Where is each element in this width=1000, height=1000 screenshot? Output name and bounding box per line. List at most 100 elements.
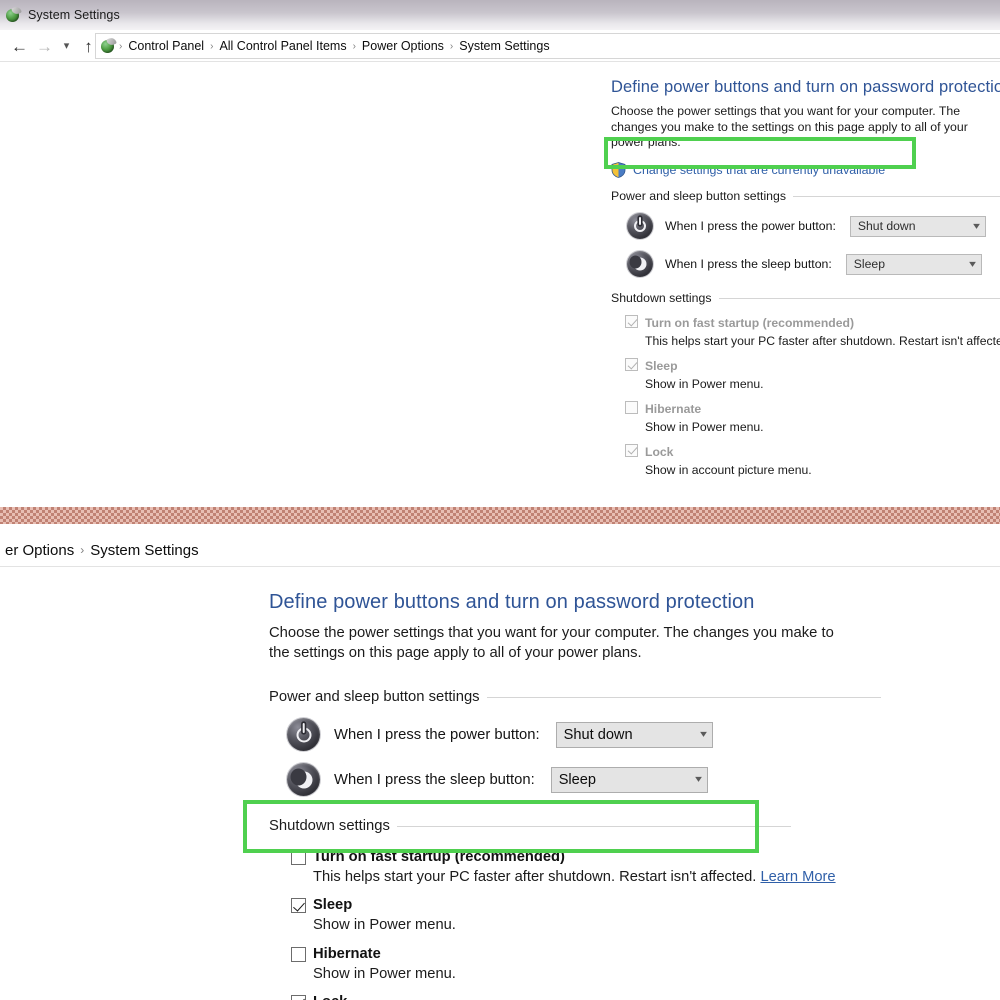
fast-startup-description-bottom: This helps start your PC faster after sh…: [313, 868, 836, 887]
fast-startup-label: Turn on fast startup (recommended): [645, 316, 855, 331]
chevron-down-icon: ▾: [972, 220, 980, 232]
shutdown-group-heading-bottom: Shutdown settings: [269, 818, 390, 835]
page-intro: Choose the power settings that you want …: [611, 104, 968, 150]
power-and-sleep-group-bottom: Power and sleep button settings When I p…: [269, 689, 909, 797]
lock-row-bottom: Lock Show in account picture menu.: [269, 993, 909, 1000]
breadcrumb-item-system-settings-bottom[interactable]: System Settings: [85, 542, 203, 559]
sleep-row-bottom: Sleep Show in Power menu.: [269, 896, 909, 935]
power-options-globe-icon: [5, 5, 22, 23]
fast-startup-checkbox-bottom[interactable]: [291, 850, 306, 866]
power-and-sleep-group-top: Power and sleep button settings When I p…: [611, 189, 1000, 278]
sleep-row-top: Sleep Show in Power menu.: [611, 357, 1000, 393]
learn-more-link-bottom[interactable]: Learn More: [760, 869, 835, 885]
power-button-action-select-top[interactable]: Shut down ▾: [849, 215, 986, 237]
sleep-button-action-select-bottom[interactable]: Sleep ▾: [550, 766, 708, 793]
fast-startup-checkbox-top[interactable]: [625, 315, 638, 329]
fast-startup-row-top: Turn on fast startup (recommended) This …: [611, 314, 1000, 350]
change-settings-link-row[interactable]: Change settings that are currently unava…: [611, 160, 1000, 180]
power-button-action-value-bottom: Shut down: [563, 726, 633, 743]
fast-startup-label-bottom: Turn on fast startup (recommended): [313, 849, 565, 866]
sleep-description-bottom: Show in Power menu.: [313, 917, 456, 934]
power-button-label-bottom: When I press the power button:: [334, 726, 540, 743]
chevron-down-icon: ▾: [699, 729, 707, 741]
separator-band: [0, 507, 1000, 524]
lock-checkbox-top[interactable]: [625, 443, 638, 457]
sleep-button-row-bottom: When I press the sleep button: Sleep ▾: [269, 763, 909, 797]
sleep-checkbox-bottom[interactable]: [291, 898, 306, 914]
power-group-heading: Power and sleep button settings: [611, 189, 787, 204]
lock-description: Show in account picture menu.: [645, 462, 812, 477]
sleep-label: Sleep: [645, 359, 678, 374]
sleep-button-action-select-top[interactable]: Sleep ▾: [845, 253, 982, 275]
power-button-row-bottom: When I press the power button: Shut down…: [269, 718, 909, 752]
power-button-icon: [627, 213, 653, 240]
shutdown-group-heading-row: Shutdown settings: [611, 291, 1000, 305]
hibernate-row-top: Hibernate Show in Power menu.: [611, 400, 1000, 436]
sleep-button-row-top: When I press the sleep button: Sleep ▾: [611, 251, 1000, 278]
title-bar: System Settings: [0, 0, 1000, 30]
breadcrumb-item-power-options[interactable]: Power Options: [357, 39, 449, 53]
sleep-checkbox-top[interactable]: [625, 358, 638, 372]
sleep-label-bottom: Sleep: [313, 897, 353, 914]
power-group-heading-row-bottom: Power and sleep button settings: [269, 689, 909, 705]
address-bar-divider: [0, 61, 1000, 62]
lock-checkbox-bottom[interactable]: [291, 994, 306, 1000]
power-button-action-select-bottom[interactable]: Shut down ▾: [555, 721, 713, 748]
hibernate-description-bottom: Show in Power menu.: [313, 965, 456, 982]
fast-startup-description: This helps start your PC faster after sh…: [645, 334, 1000, 350]
power-button-icon: [287, 718, 320, 752]
sleep-button-icon: [287, 763, 320, 797]
back-arrow-icon[interactable]: ←: [7, 33, 32, 59]
sleep-button-action-value-bottom: Sleep: [558, 771, 597, 788]
sleep-button-label-bottom: When I press the sleep button:: [334, 771, 535, 788]
sleep-button-action-value: Sleep: [853, 257, 885, 272]
chevron-down-icon[interactable]: ▾: [57, 33, 76, 59]
breadcrumb-item-power-options-bottom[interactable]: er Options: [0, 542, 79, 559]
sleep-description: Show in Power menu.: [645, 377, 764, 392]
uac-shield-icon: [611, 162, 626, 179]
breadcrumb-globe-icon: [100, 36, 117, 54]
breadcrumb-item-system-settings[interactable]: System Settings: [454, 39, 554, 53]
breadcrumb-bottom-divider: [0, 566, 1000, 567]
hibernate-row-bottom: Hibernate Show in Power menu.: [269, 945, 909, 984]
power-button-row-top: When I press the power button: Shut down…: [611, 213, 1000, 240]
power-group-heading-bottom: Power and sleep button settings: [269, 689, 480, 706]
chevron-down-icon: ▾: [968, 258, 976, 270]
shutdown-group-heading-row-bottom: Shutdown settings: [269, 818, 909, 834]
hibernate-label: Hibernate: [645, 401, 702, 416]
breadcrumb[interactable]: › Control Panel › All Control Panel Item…: [95, 33, 1000, 59]
chevron-down-icon: ▾: [694, 774, 702, 786]
sleep-button-icon: [627, 251, 653, 278]
fast-startup-description-text: This helps start your PC faster after sh…: [645, 334, 1000, 349]
group-divider: [718, 297, 1000, 299]
window-title: System Settings: [28, 8, 120, 22]
breadcrumb-bottom[interactable]: er Options › System Settings: [0, 534, 1000, 566]
group-divider: [793, 195, 1000, 197]
sleep-button-label: When I press the sleep button:: [665, 257, 832, 272]
screenshot-root: System Settings ← → ▾ ↑ › Control Panel …: [0, 0, 1000, 1000]
shutdown-group-heading: Shutdown settings: [611, 291, 712, 306]
group-divider: [486, 696, 881, 698]
page-title: Define power buttons and turn on passwor…: [611, 78, 1000, 96]
hibernate-description: Show in Power menu.: [645, 419, 764, 434]
breadcrumb-item-all-control-panel-items[interactable]: All Control Panel Items: [214, 39, 351, 53]
page-intro-bottom: Choose the power settings that you want …: [269, 625, 834, 661]
forward-arrow-icon[interactable]: →: [32, 33, 57, 59]
power-group-heading-row: Power and sleep button settings: [611, 189, 1000, 203]
lock-label: Lock: [645, 444, 674, 459]
fast-startup-row-bottom: Turn on fast startup (recommended) This …: [269, 848, 909, 887]
change-settings-link[interactable]: Change settings that are currently unava…: [633, 163, 885, 177]
lock-row-top: Lock Show in account picture menu.: [611, 443, 1000, 479]
lock-label-bottom: Lock: [313, 994, 347, 1000]
settings-pane-bottom: Define power buttons and turn on passwor…: [269, 591, 909, 1000]
power-button-label: When I press the power button:: [665, 219, 836, 234]
settings-pane-top: Define power buttons and turn on passwor…: [611, 78, 1000, 479]
page-title-bottom: Define power buttons and turn on passwor…: [269, 591, 755, 613]
shutdown-settings-group-bottom: Shutdown settings Turn on fast startup (…: [269, 818, 909, 1000]
group-divider: [396, 825, 791, 827]
shutdown-settings-group-top: Shutdown settings Turn on fast startup (…: [611, 291, 1000, 478]
hibernate-checkbox-top[interactable]: [625, 400, 638, 414]
breadcrumb-item-control-panel[interactable]: Control Panel: [123, 39, 209, 53]
power-button-action-value: Shut down: [857, 219, 916, 234]
hibernate-checkbox-bottom[interactable]: [291, 946, 306, 962]
